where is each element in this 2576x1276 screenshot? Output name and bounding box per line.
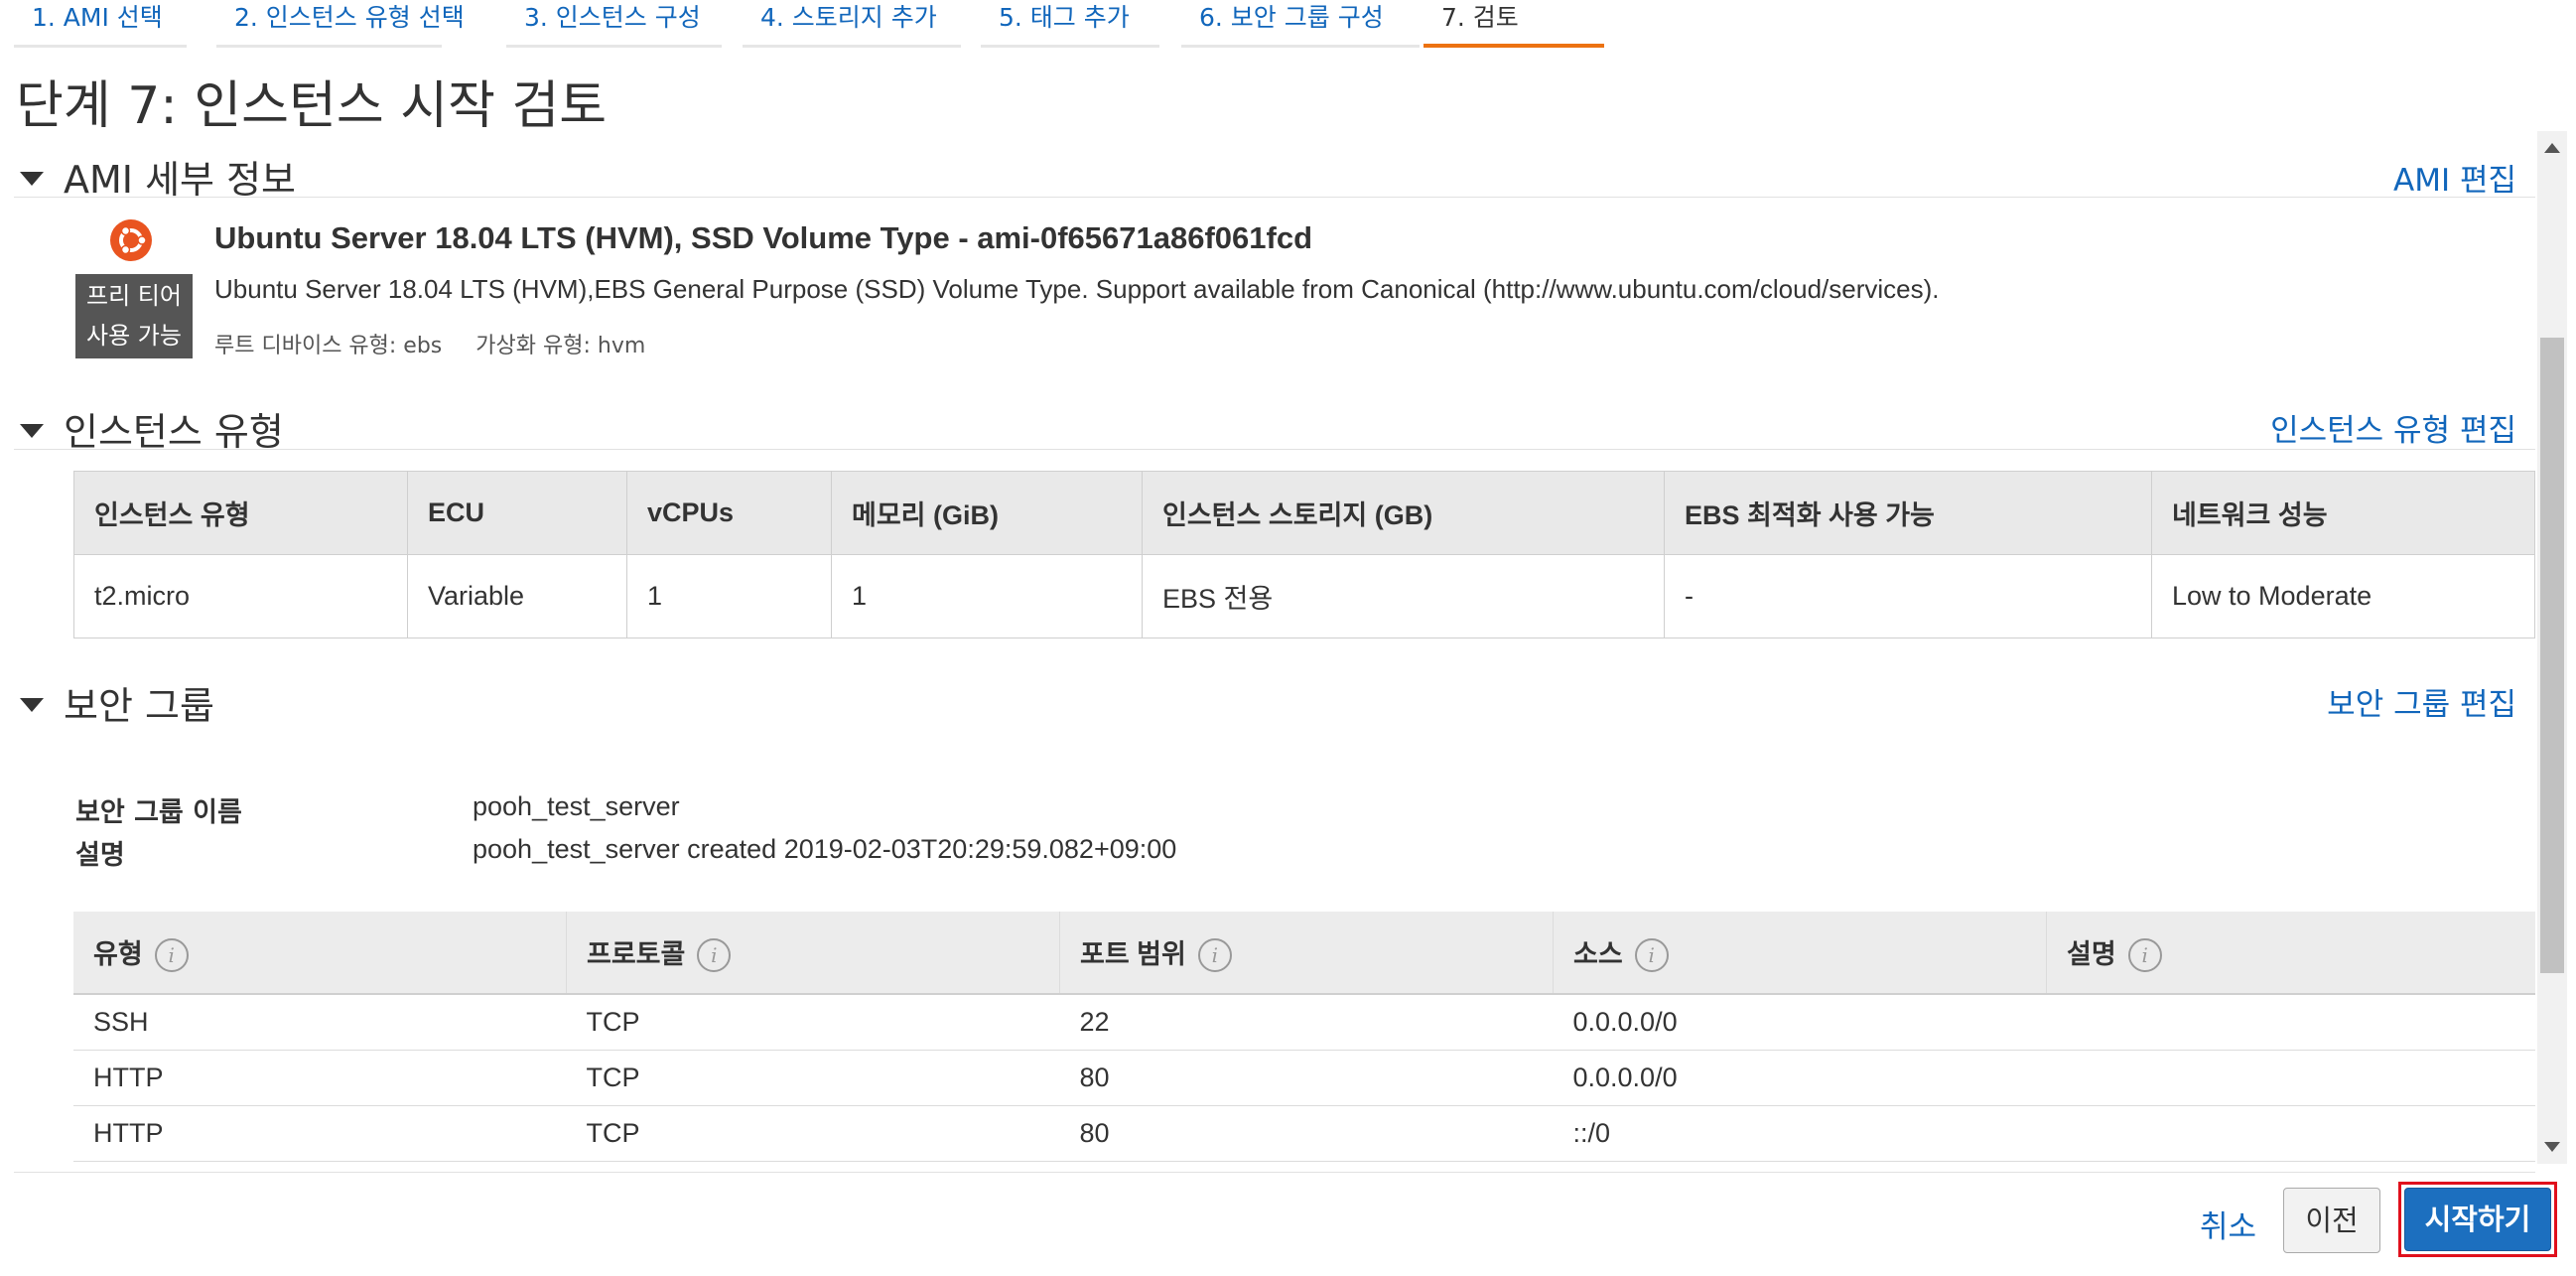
table-row: HTTP TCP 80 ::/0	[73, 1105, 2535, 1162]
column-header[interactable]: 설명 i	[2046, 912, 2535, 995]
ami-meta: 루트 디바이스 유형: ebs 가상화 유형: hvm	[214, 328, 679, 359]
edit-security-group-link[interactable]: 보안 그룹 편집	[2327, 679, 2516, 724]
divider	[14, 1172, 2535, 1173]
virtualization-type: 가상화 유형: hvm	[475, 334, 646, 358]
tab-configure-security-group[interactable]: 6. 보안 그룹 구성	[1181, 0, 1420, 48]
launch-button[interactable]: 시작하기	[2404, 1188, 2551, 1251]
tab-select-ami[interactable]: 1. AMI 선택	[14, 0, 187, 48]
column-header-label: 프로토콜	[587, 938, 686, 969]
table-cell: EBS 전용	[1142, 554, 1665, 638]
table-cell: 0.0.0.0/0	[1553, 1050, 2047, 1106]
column-header[interactable]: 소스 i	[1553, 912, 2047, 995]
security-group-name-value: pooh_test_server	[473, 791, 680, 821]
column-header: 인스턴스 유형	[73, 471, 408, 555]
table-row: t2.micro Variable 1 1 EBS 전용 - Low to Mo…	[73, 554, 2535, 638]
table-cell: TCP	[566, 1050, 1060, 1106]
column-header: vCPUs	[626, 471, 832, 555]
table-header-row: 인스턴스 유형 ECU vCPUs 메모리 (GiB) 인스턴스 스토리지 (G…	[73, 471, 2535, 555]
table-row: SSH TCP 22 0.0.0.0/0	[73, 994, 2535, 1051]
column-header-label: 소스	[1573, 938, 1623, 969]
tab-configure-instance[interactable]: 3. 인스턴스 구성	[506, 0, 722, 48]
scrollbar-thumb[interactable]	[2540, 338, 2564, 973]
security-group-section-title: 보안 그룹	[64, 684, 214, 728]
scroll-up-arrow-icon[interactable]	[2544, 143, 2560, 153]
cancel-button[interactable]: 취소	[2200, 1202, 2256, 1246]
security-rules-table: 유형 i 프로토콜 i 포트 범위 i 소스 i 설명 i SSH TCP 22 0.0.…	[73, 912, 2535, 1162]
page-title: 단계 7: 인스턴스 시작 검토	[16, 76, 608, 136]
collapse-caret-icon	[20, 697, 44, 712]
info-icon[interactable]: i	[2127, 938, 2162, 973]
table-cell: Variable	[407, 554, 627, 638]
security-group-desc-value: pooh_test_server created 2019-02-03T20:2…	[473, 834, 1177, 864]
free-tier-badge-line1: 프리 티어	[86, 282, 182, 310]
column-header: 네트워크 성능	[2151, 471, 2535, 555]
security-group-name-label: 보안 그룹 이름	[75, 797, 242, 828]
column-header-label: 포트 범위	[1080, 938, 1186, 969]
table-cell: TCP	[566, 1105, 1060, 1162]
collapse-caret-icon	[20, 423, 44, 438]
security-group-desc-label: 설명	[75, 840, 125, 871]
tab-select-instance-type[interactable]: 2. 인스턴스 유형 선택	[216, 0, 465, 48]
tab-add-tags[interactable]: 5. 태그 추가	[981, 0, 1159, 48]
ami-section-header[interactable]: AMI 세부 정보	[20, 149, 296, 204]
ami-section-title: AMI 세부 정보	[64, 158, 296, 202]
table-cell	[2046, 994, 2535, 1051]
instance-type-section-header[interactable]: 인스턴스 유형	[20, 401, 284, 456]
table-cell: 22	[1059, 994, 1554, 1051]
instance-type-table: 인스턴스 유형 ECU vCPUs 메모리 (GiB) 인스턴스 스토리지 (G…	[73, 471, 2535, 638]
tab-review[interactable]: 7. 검토	[1424, 0, 1604, 48]
root-device-type: 루트 디바이스 유형: ebs	[214, 334, 443, 358]
info-icon[interactable]: i	[697, 938, 732, 973]
table-cell: Low to Moderate	[2151, 554, 2535, 638]
scroll-down-arrow-icon[interactable]	[2544, 1142, 2560, 1152]
table-cell: TCP	[566, 994, 1060, 1051]
column-header[interactable]: 유형 i	[73, 912, 567, 995]
table-cell: 80	[1059, 1105, 1554, 1162]
table-cell: HTTP	[73, 1105, 567, 1162]
instance-type-section-title: 인스턴스 유형	[64, 410, 284, 454]
ubuntu-logo-icon	[110, 219, 152, 261]
free-tier-badge: 프리 티어 사용 가능	[75, 274, 193, 358]
table-cell: SSH	[73, 994, 567, 1051]
table-cell: HTTP	[73, 1050, 567, 1106]
column-header[interactable]: 포트 범위 i	[1059, 912, 1554, 995]
info-icon[interactable]: i	[1634, 938, 1669, 973]
table-cell	[2046, 1105, 2535, 1162]
divider	[14, 197, 2535, 198]
table-row: HTTP TCP 80 0.0.0.0/0	[73, 1050, 2535, 1106]
ami-name: Ubuntu Server 18.04 LTS (HVM), SSD Volum…	[214, 220, 1313, 255]
table-header-row: 유형 i 프로토콜 i 포트 범위 i 소스 i 설명 i	[73, 912, 2535, 995]
table-cell: 1	[626, 554, 832, 638]
table-cell: -	[1664, 554, 2152, 638]
info-icon[interactable]: i	[154, 938, 189, 973]
edit-ami-link[interactable]: AMI 편집	[2393, 155, 2516, 200]
divider	[14, 449, 2535, 450]
table-cell: 80	[1059, 1050, 1554, 1106]
column-header: ECU	[407, 471, 627, 555]
table-cell: t2.micro	[73, 554, 408, 638]
previous-button[interactable]: 이전	[2283, 1188, 2380, 1253]
vertical-scrollbar[interactable]	[2537, 131, 2567, 1164]
column-header-label: 유형	[93, 938, 143, 969]
info-icon[interactable]: i	[1197, 938, 1232, 973]
ami-description: Ubuntu Server 18.04 LTS (HVM),EBS Genera…	[214, 274, 1940, 304]
collapse-caret-icon	[20, 171, 44, 186]
security-group-section-header[interactable]: 보안 그룹	[20, 675, 214, 730]
column-header: 인스턴스 스토리지 (GB)	[1142, 471, 1665, 555]
column-header: EBS 최적화 사용 가능	[1664, 471, 2152, 555]
column-header: 메모리 (GiB)	[831, 471, 1143, 555]
wizard-tabs: 1. AMI 선택 2. 인스턴스 유형 선택 3. 인스턴스 구성 4. 스토…	[0, 0, 1628, 52]
tab-add-storage[interactable]: 4. 스토리지 추가	[743, 0, 961, 48]
table-cell: 0.0.0.0/0	[1553, 994, 2047, 1051]
column-header[interactable]: 프로토콜 i	[566, 912, 1060, 995]
table-cell: 1	[831, 554, 1143, 638]
table-cell	[2046, 1050, 2535, 1106]
column-header-label: 설명	[2067, 938, 2116, 969]
table-cell: ::/0	[1553, 1105, 2047, 1162]
edit-instance-type-link[interactable]: 인스턴스 유형 편집	[2270, 405, 2516, 450]
free-tier-badge-line2: 사용 가능	[86, 322, 182, 350]
